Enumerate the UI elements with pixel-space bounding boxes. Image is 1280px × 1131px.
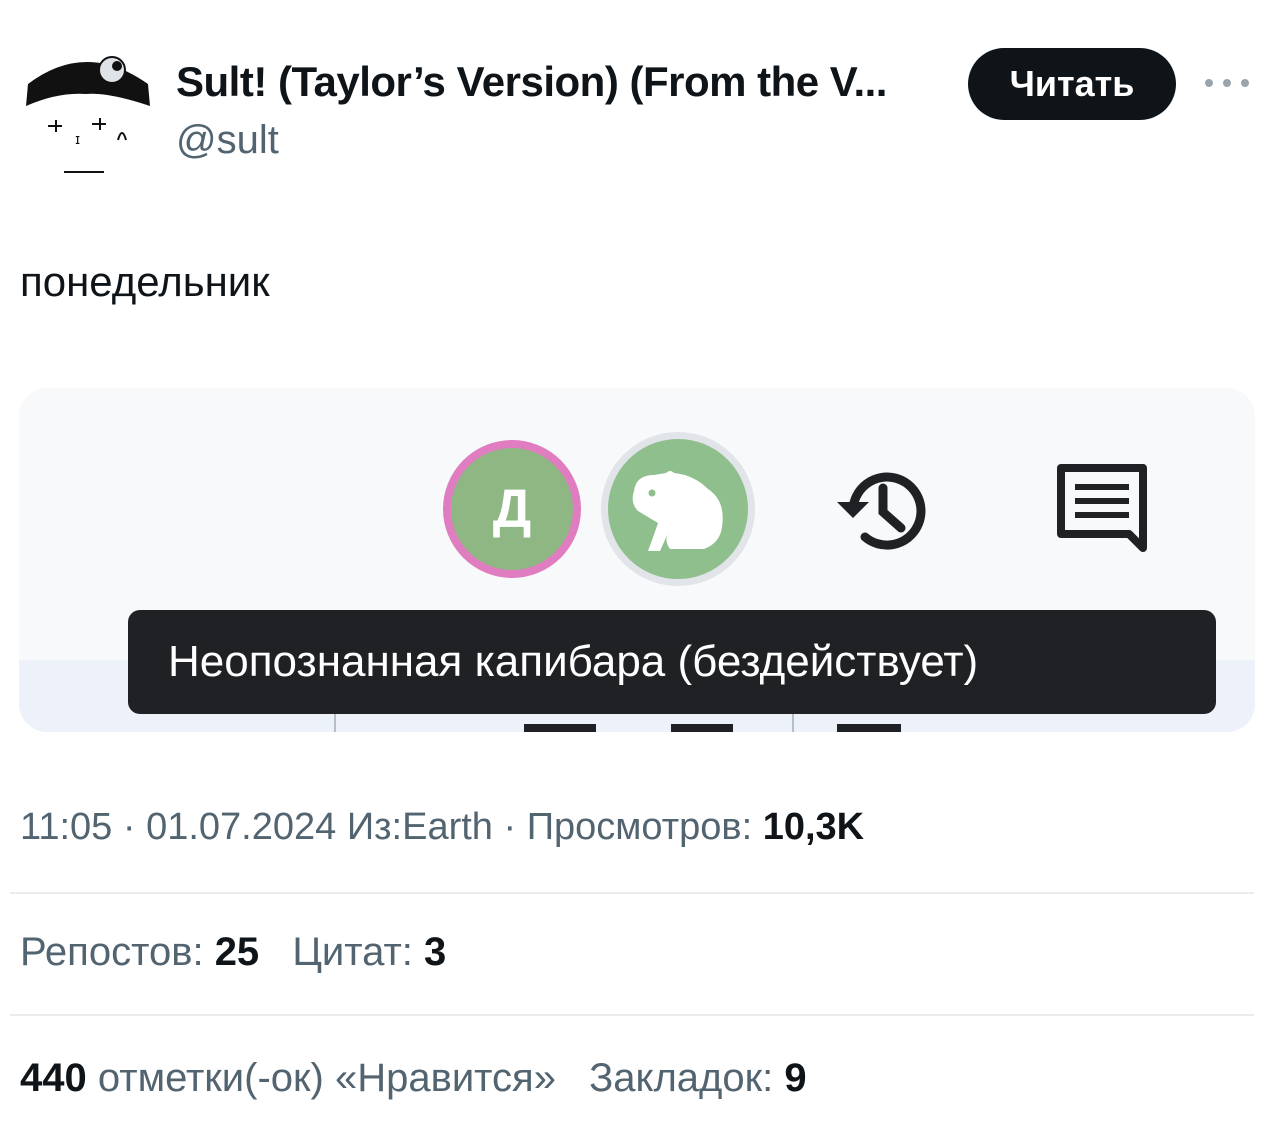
user-avatar-capybara xyxy=(601,432,755,586)
tweet-date[interactable]: 01.07.2024 xyxy=(146,806,336,848)
more-dots-icon[interactable] xyxy=(1205,70,1249,96)
toolbar-fragment xyxy=(837,724,901,732)
tweet-meta: 11:05 · 01.07.2024 Из:Earth · Просмотров… xyxy=(20,806,865,848)
tooltip: Неопознанная капибара (бездействует) xyxy=(128,610,1216,714)
toolbar-fragment xyxy=(524,724,596,732)
tweet-header: ɪ Sult! (Taylor’s Version) (From the V..… xyxy=(0,0,1280,200)
comment-icon xyxy=(1057,464,1147,552)
like-bookmark-stats: 440 отметки(-ок) «Нравится» Закладок: 9 xyxy=(20,1056,807,1101)
svg-text:ɪ: ɪ xyxy=(75,132,80,148)
follow-button[interactable]: Читать xyxy=(968,48,1176,120)
capybara-icon xyxy=(632,471,723,551)
quotes-stat[interactable]: Цитат: 3 xyxy=(292,930,446,974)
profile-avatar[interactable]: ɪ xyxy=(18,44,154,180)
toolbar-fragment xyxy=(671,724,733,732)
views-label: Просмотров: xyxy=(526,806,753,848)
divider xyxy=(10,1014,1254,1016)
repost-quote-stats: Репостов: 25 Цитат: 3 xyxy=(20,930,446,975)
tweet-text: понедельник xyxy=(20,258,270,305)
history-icon xyxy=(837,472,926,550)
divider xyxy=(10,892,1254,894)
reposts-stat[interactable]: Репостов: 25 xyxy=(20,930,259,974)
likes-stat[interactable]: 440 отметки(-ок) «Нравится» xyxy=(20,1056,556,1100)
tweet-time[interactable]: 11:05 xyxy=(20,806,112,848)
bookmarks-stat[interactable]: Закладок: 9 xyxy=(589,1056,807,1100)
display-name[interactable]: Sult! (Taylor’s Version) (From the V... xyxy=(176,58,887,106)
tooltip-text: Неопознанная капибара (бездействует) xyxy=(168,637,979,686)
avatar-letter: Д xyxy=(492,479,532,539)
tweet-source: Из:Earth xyxy=(346,806,493,848)
user-handle[interactable]: @sult xyxy=(176,118,279,163)
user-avatar-d: Д xyxy=(443,440,581,578)
views-count: 10,3K xyxy=(762,806,865,848)
tweet-image[interactable]: Д Неопознанная капибара (бездействует) xyxy=(19,388,1255,732)
